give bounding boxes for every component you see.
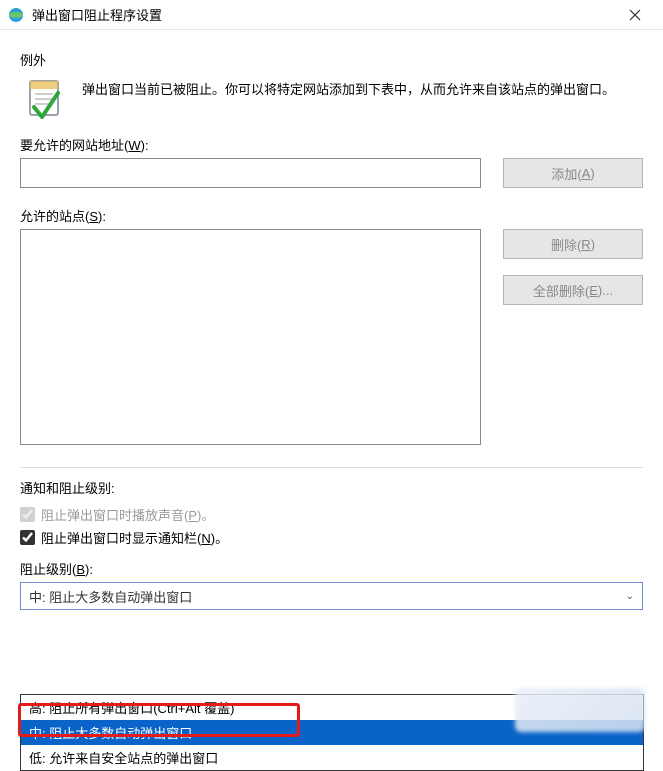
internet-options-icon bbox=[8, 7, 24, 23]
play-sound-checkbox[interactable] bbox=[20, 507, 35, 522]
exceptions-description: 弹出窗口当前已被阻止。你可以将特定网站添加到下表中，从而允许来自该站点的弹出窗口… bbox=[82, 77, 615, 101]
chevron-down-icon: ⌄ bbox=[626, 591, 634, 602]
section-divider bbox=[20, 467, 643, 468]
exceptions-heading: 例外 bbox=[20, 50, 643, 69]
play-sound-checkbox-row[interactable]: 阻止弹出窗口时播放声音(P)。 bbox=[20, 505, 643, 524]
dialog-content: 例外 弹出窗口当前已被阻止。你可以将特定网站添加到下表中，从而允许来自该站点的弹… bbox=[0, 30, 663, 732]
blurred-region bbox=[515, 688, 645, 732]
blocking-level-selected: 中: 阻止大多数自动弹出窗口 bbox=[29, 587, 192, 606]
play-sound-label: 阻止弹出窗口时播放声音(P)。 bbox=[41, 505, 214, 524]
website-url-input[interactable] bbox=[20, 158, 481, 188]
blocking-level-combobox[interactable]: 中: 阻止大多数自动弹出窗口 ⌄ bbox=[20, 582, 643, 610]
show-infobar-label: 阻止弹出窗口时显示通知栏(N)。 bbox=[41, 528, 228, 547]
add-button[interactable]: 添加(A) bbox=[503, 158, 643, 188]
show-infobar-checkbox[interactable] bbox=[20, 530, 35, 545]
allowed-sites-label: 允许的站点(S): bbox=[20, 206, 643, 225]
remove-all-button[interactable]: 全部删除(E)... bbox=[503, 275, 643, 305]
close-button[interactable] bbox=[615, 1, 655, 29]
allowed-sites-listbox[interactable] bbox=[20, 229, 481, 445]
url-field-label: 要允许的网站地址(W): bbox=[20, 135, 643, 154]
close-icon bbox=[629, 9, 641, 21]
show-infobar-checkbox-row[interactable]: 阻止弹出窗口时显示通知栏(N)。 bbox=[20, 528, 643, 547]
option-low[interactable]: 低: 允许来自安全站点的弹出窗口 bbox=[21, 745, 643, 770]
blocking-level-label: 阻止级别(B): bbox=[20, 559, 643, 578]
window-title: 弹出窗口阻止程序设置 bbox=[32, 5, 615, 24]
title-bar: 弹出窗口阻止程序设置 bbox=[0, 0, 663, 30]
exceptions-description-row: 弹出窗口当前已被阻止。你可以将特定网站添加到下表中，从而允许来自该站点的弹出窗口… bbox=[20, 77, 643, 121]
notify-heading: 通知和阻止级别: bbox=[20, 478, 643, 497]
remove-button[interactable]: 删除(R) bbox=[503, 229, 643, 259]
document-check-icon bbox=[24, 77, 68, 121]
